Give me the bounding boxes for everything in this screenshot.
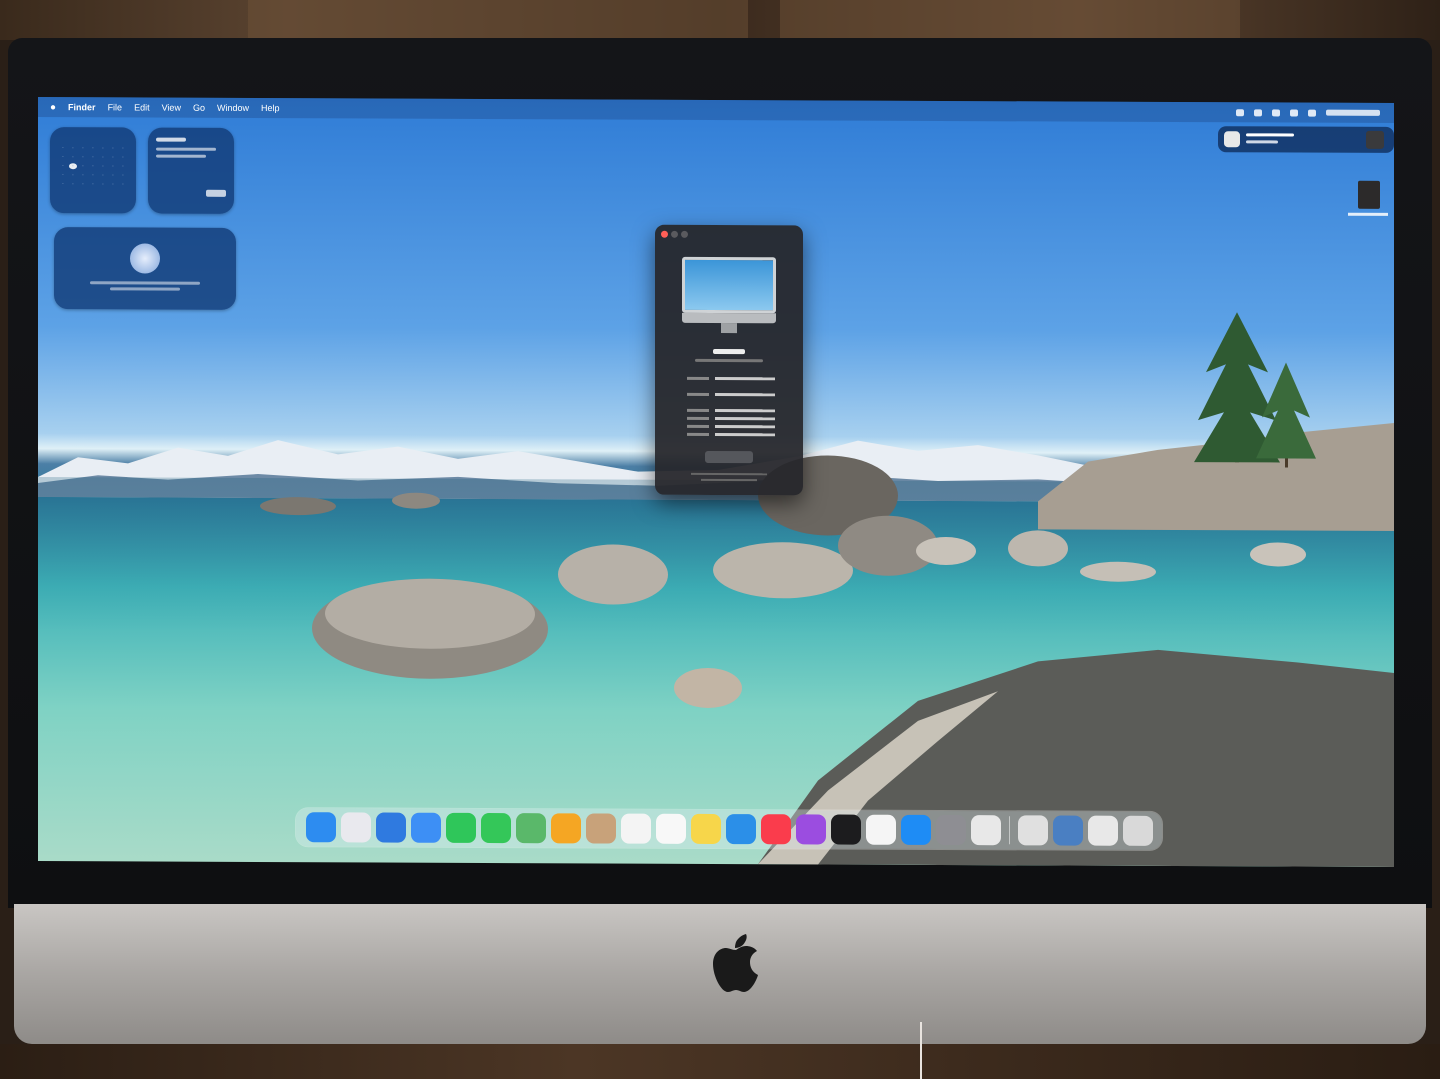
model-name [713,348,745,355]
legal-text [691,472,767,476]
dock-separator [1008,816,1010,845]
menu-edit[interactable]: Edit [134,102,150,112]
control-center-icon[interactable] [1290,109,1298,117]
menu-clock[interactable] [1326,109,1380,116]
window-frame [780,0,1240,40]
model-year [695,358,763,363]
weather-temperature [206,189,226,197]
window-zoom-icon[interactable] [681,230,688,238]
notification-app-icon [1224,131,1240,148]
more-info-button[interactable] [705,450,753,464]
migration-icon[interactable] [1052,815,1083,846]
podcasts-icon[interactable] [795,814,826,845]
spec-row [669,432,775,437]
imac-illustration-stand [721,323,737,334]
desktop-screen: ● Finder File Edit View Go Window Help ·… [38,97,1394,867]
menu-go[interactable]: Go [193,103,205,113]
notification-title [1246,133,1294,137]
menu-file[interactable]: File [108,102,123,112]
search-icon[interactable] [1272,108,1280,116]
siri-suggestions-widget[interactable] [54,227,236,310]
menu-view[interactable]: View [162,103,181,113]
wifi-icon[interactable] [1254,108,1262,116]
notification-banner[interactable] [1218,126,1394,153]
safari-icon[interactable] [375,812,406,843]
notification-thumbnail [1366,130,1384,149]
spec-row [669,408,775,413]
photos-icon[interactable] [550,813,581,844]
weather-detail-text [156,154,206,158]
messages-icon[interactable] [480,812,511,844]
menu-finder[interactable]: Finder [68,102,96,112]
menu-help[interactable]: Help [261,103,280,113]
weather-detail-text [156,147,216,151]
siri-widget-text [110,287,180,291]
apple-menu-icon[interactable]: ● [50,102,56,113]
legal-text [701,478,757,482]
apple-logo-icon [713,934,758,992]
system-settings-icon[interactable] [935,814,966,846]
apple-tv-icon[interactable] [830,814,861,845]
siri-widget-text [90,281,200,285]
calendar-widget[interactable]: · · · · · · · · · · · · · · · · · · · · · · · · · · · · · · · · · · · [50,127,136,214]
window-close-icon[interactable] [661,230,668,238]
chrome-icon[interactable] [970,815,1001,846]
music-icon[interactable] [760,814,791,845]
dock [296,808,1162,850]
siri-orb-icon [130,243,160,274]
background-wall [0,0,1440,40]
desktop-file-icon[interactable] [1358,180,1380,209]
weather-city-text [156,137,186,142]
desktop-file-label[interactable] [1338,212,1394,216]
facetime-icon[interactable] [445,812,476,843]
menu-window[interactable]: Window [217,103,249,113]
power-cable [920,1022,922,1079]
spec-row [669,416,775,421]
siri-icon[interactable] [1308,109,1316,117]
spec-row [669,424,775,429]
notes-icon[interactable] [690,813,721,845]
calendar-grid: · · · · · · · · · · · · · · · · · · · · · · · · · · · · · · · · · · · [62,145,124,188]
imac-illustration-chin [682,312,776,324]
maps-icon[interactable] [515,813,546,844]
news-icon[interactable] [865,814,896,845]
mail-icon[interactable] [410,812,441,843]
reminders-icon[interactable] [655,813,686,844]
notification-body [1246,140,1278,144]
imac-illustration [682,256,776,314]
window-minimize-icon[interactable] [671,230,678,238]
documents-folder-icon[interactable] [1087,815,1118,846]
battery-icon[interactable] [1236,108,1244,116]
spec-row [669,392,775,397]
spec-row [669,376,775,381]
finder-icon[interactable] [305,812,336,843]
window-frame [248,0,748,40]
weather-widget[interactable] [148,127,234,214]
preview-icon[interactable] [1017,815,1048,846]
freeform-icon[interactable] [725,814,756,845]
trash-icon[interactable] [1122,815,1153,846]
app-store-icon[interactable] [900,814,931,845]
about-this-mac-window[interactable] [655,224,803,496]
desk-surface [0,1044,1440,1079]
calendar-icon[interactable] [620,813,651,844]
imac-chin [14,904,1426,1044]
launchpad-icon[interactable] [340,812,371,843]
contacts-icon[interactable] [585,813,616,844]
calendar-month-header [50,127,136,145]
